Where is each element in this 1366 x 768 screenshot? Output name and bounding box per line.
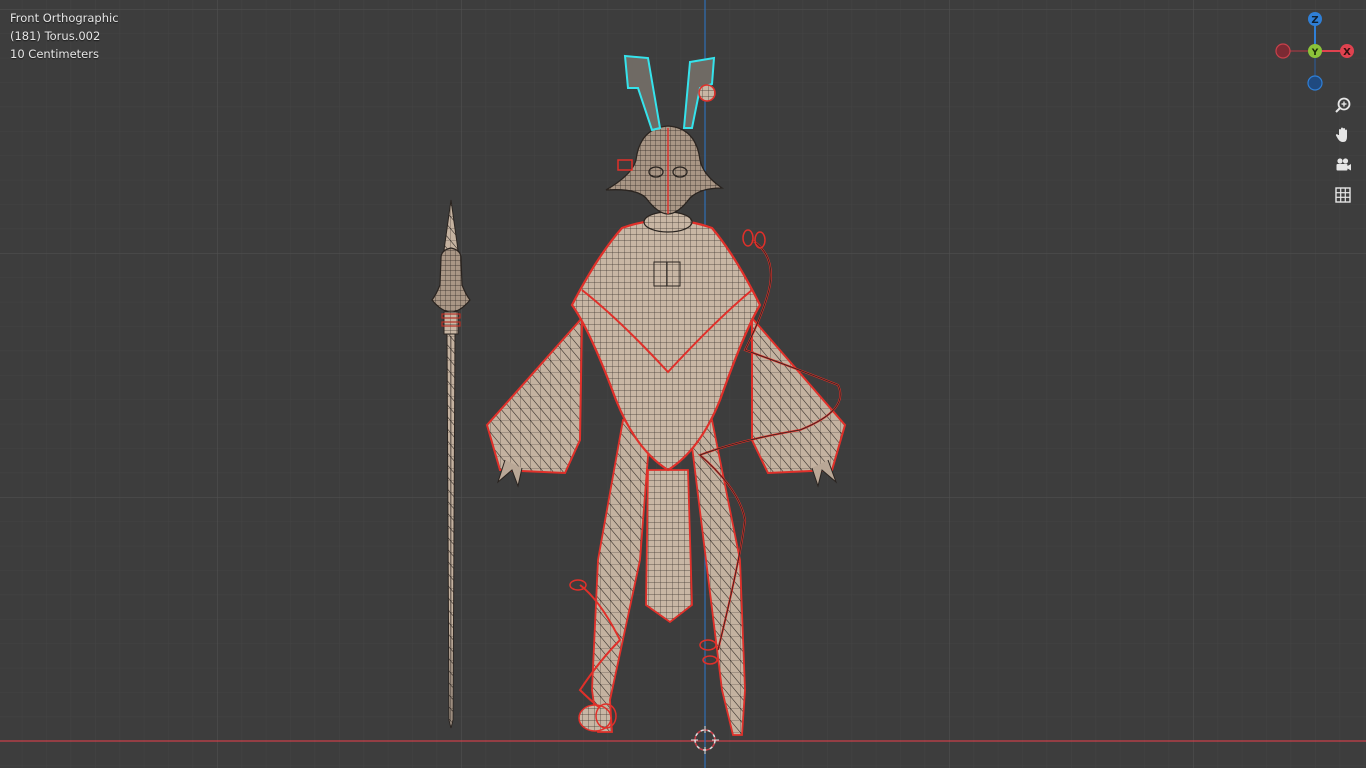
pan-hand-icon	[1335, 127, 1347, 142]
x-axis-label: X	[1343, 47, 1351, 58]
neg-x-axis-handle[interactable]	[1275, 43, 1291, 59]
ortho-toggle-button[interactable]	[1330, 182, 1356, 208]
active-object-name: (181) Torus.002	[10, 29, 101, 43]
neg-z-axis-handle[interactable]	[1307, 75, 1323, 91]
pan-button[interactable]	[1330, 122, 1356, 148]
view-name: Front Orthographic	[10, 11, 119, 25]
3d-viewport[interactable]	[0, 0, 1366, 768]
zoom-button[interactable]	[1330, 92, 1356, 118]
viewport-info: Front Orthographic (181) Torus.002 10 Ce…	[10, 9, 119, 63]
ortho-grid-icon	[1335, 187, 1351, 203]
loin-cloth	[645, 469, 693, 624]
navigation-gizmo[interactable]: Z X Y	[1270, 8, 1360, 98]
grid-scale: 10 Centimeters	[10, 47, 99, 61]
zoom-icon	[1335, 97, 1351, 113]
camera-view-button[interactable]	[1330, 152, 1356, 178]
collar	[643, 211, 693, 233]
z-axis-label: Z	[1311, 15, 1318, 26]
y-axis-label: Y	[1311, 48, 1319, 58]
camera-view-icon	[1336, 158, 1351, 171]
